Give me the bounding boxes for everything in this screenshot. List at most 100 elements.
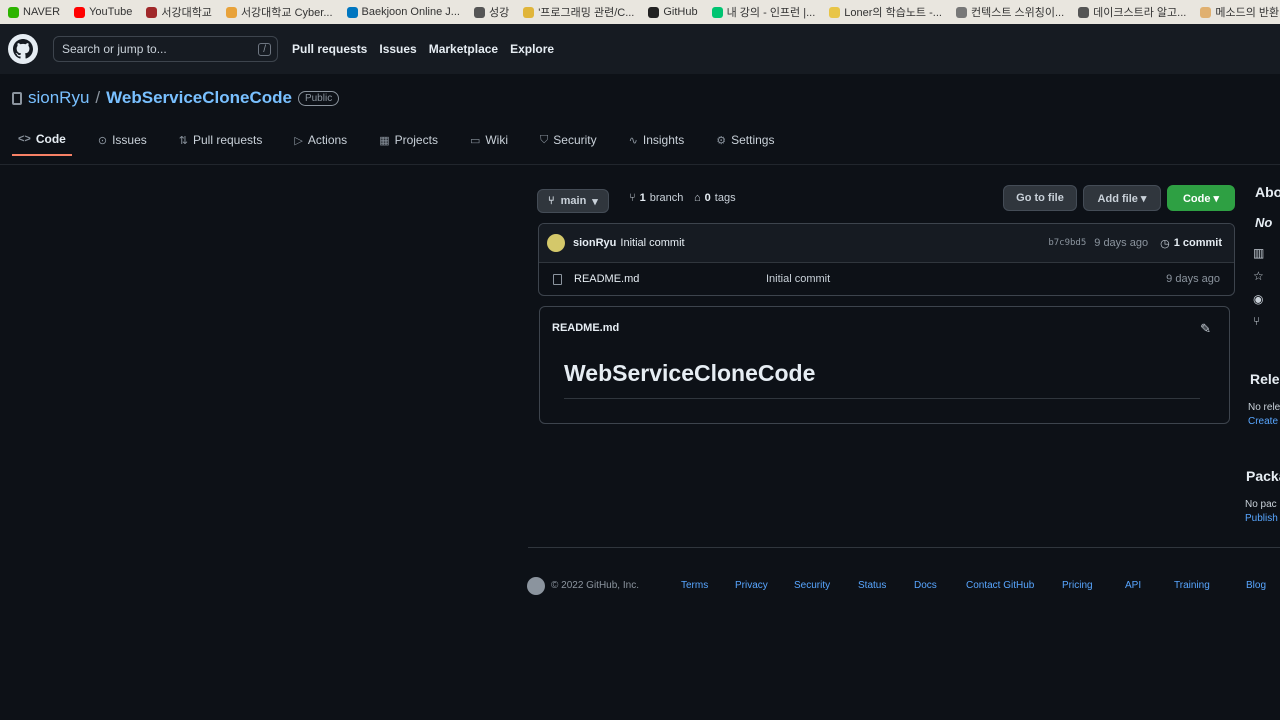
github-logo-icon[interactable] [8,34,38,64]
tags-link[interactable]: ⌂ 0 tags [694,192,736,204]
tab-actions[interactable]: ▷ Actions [288,128,353,156]
bookmark-label: 서강대학교 Cyber... [240,7,333,19]
bookmark-item[interactable]: Baekjoon Online J... [346,6,460,18]
bookmark-favicon-icon [1200,6,1212,18]
commit-sha[interactable]: b7c9bd5 [1048,238,1086,248]
branch-count-icon: ⑂ [629,192,636,204]
bookmark-item[interactable]: 컨텍스트 스위칭이... [955,4,1064,20]
tab-label: Security [553,133,597,147]
footer-link-pricing[interactable]: Pricing [1062,580,1093,591]
bookmark-label: 내 강의 - 인프런 |... [726,7,816,19]
bookmarks-bar: NAVER YouTube 서강대학교 서강대학교 Cyber... Baekjoon … [0,0,1280,24]
commit-message[interactable]: Initial commit [620,237,684,249]
tab-pull-requests[interactable]: ⇅ Pull requests [173,128,269,156]
tab-issues[interactable]: ⊙ Issues [92,128,153,156]
fork-icon[interactable]: ⑂ [1253,314,1260,328]
bookmark-item[interactable]: 서강대학교 [146,4,212,20]
avatar[interactable] [547,234,565,252]
branch-count-label: branch [649,192,684,204]
bookmark-item[interactable]: 데이크스트라 알고... [1078,4,1186,20]
tab-insights[interactable]: ∿ Insights [623,128,691,156]
bookmark-item[interactable]: Loner의 학습노트 -... [829,4,942,20]
footer-link-privacy[interactable]: Privacy [735,580,768,591]
branch-select-button[interactable]: ⑂ main ▾ [537,189,609,213]
packages-heading: Packa [1246,468,1280,484]
tab-icon: ⊙ [97,134,108,147]
eye-icon[interactable]: ◉ [1253,292,1263,306]
repo-owner-link[interactable]: sionRyu [28,88,89,108]
readme-book-icon[interactable]: ▥ [1253,246,1264,260]
nav-issues[interactable]: Issues [379,42,416,56]
tab-icon: ▦ [379,134,390,147]
releases-heading: Rele [1250,371,1280,387]
bookmark-item[interactable]: 성강 [473,4,509,20]
search-input[interactable]: Search or jump to... / [53,36,278,62]
bookmark-label: GitHub [663,6,698,18]
github-footer-logo-icon[interactable] [527,577,545,595]
bookmark-favicon-icon [648,6,660,18]
edit-pencil-icon[interactable]: ✎ [1200,321,1211,337]
tab-icon: ▭ [469,134,481,147]
bookmark-item[interactable]: 메소드의 반환 값에... [1200,4,1280,20]
footer-link-status[interactable]: Status [858,580,886,591]
bookmark-label: Loner의 학습노트 -... [844,7,942,19]
tab-icon: ⚙ [716,134,727,147]
visibility-badge: Public [297,90,340,106]
repo-tabs: <> Code ⊙ Issues ⇅ Pull requests ▷ Actions ▦ Proj… [12,128,780,156]
code-button[interactable]: Code ▾ [1167,185,1235,211]
bookmark-favicon-icon [1078,6,1090,18]
file-name-link[interactable]: README.md [574,273,766,285]
tag-count: 0 [704,192,711,204]
bookmark-favicon-icon [711,6,723,18]
tab-wiki[interactable]: ▭ Wiki [464,128,514,156]
footer-link-contact[interactable]: Contact GitHub [966,580,1034,591]
tag-icon: ⌂ [694,192,701,204]
bookmark-favicon-icon [146,6,158,18]
nav-marketplace[interactable]: Marketplace [429,42,498,56]
tab-settings[interactable]: ⚙ Settings [710,128,780,156]
bookmark-item[interactable]: '프로그래밍 관련/C... [523,4,634,20]
bookmark-item[interactable]: NAVER [8,6,60,18]
search-placeholder: Search or jump to... [62,42,167,56]
footer-link-terms[interactable]: Terms [681,580,708,591]
bookmark-label: NAVER [23,6,61,18]
commit-count-link[interactable]: 1 commit [1174,237,1222,249]
branch-name: main [560,195,587,207]
footer-link-docs[interactable]: Docs [914,580,937,591]
go-to-file-button[interactable]: Go to file [1003,185,1077,211]
footer-link-security[interactable]: Security [794,580,830,591]
about-heading: Abo [1255,184,1280,200]
tab-code[interactable]: <> Code [12,128,72,156]
nav-pull-requests[interactable]: Pull requests [292,42,367,56]
tag-count-label: tags [714,192,736,204]
commit-time: 9 days ago [1094,237,1149,249]
repo-title: sionRyu / WebServiceCloneCode Public [12,88,340,108]
commit-author[interactable]: sionRyu [573,237,616,249]
tab-security[interactable]: ⛉ Security [534,128,603,156]
add-file-button[interactable]: Add file ▾ [1083,185,1161,211]
repo-name-link[interactable]: WebServiceCloneCode [106,88,292,108]
branch-icon: ⑂ [548,195,555,207]
footer-link-api[interactable]: API [1125,580,1141,591]
bookmark-item[interactable]: GitHub [648,6,698,18]
tab-icon: ∿ [628,134,638,147]
tab-icon: <> [18,133,31,145]
bookmark-label: '프로그래밍 관련/C... [538,7,635,19]
bookmark-item[interactable]: YouTube [74,6,132,18]
publish-package-link[interactable]: Publish [1245,513,1278,524]
footer-link-training[interactable]: Training [1174,580,1210,591]
bookmark-label: 서강대학교 [161,7,212,19]
bookmark-item[interactable]: 내 강의 - 인프런 |... [711,4,816,20]
global-header: Search or jump to... / Pull requests Iss… [0,24,1280,74]
star-icon[interactable]: ☆ [1253,269,1264,283]
readme-filename: README.md [552,322,620,334]
bookmark-item[interactable]: 서강대학교 Cyber... [225,4,333,20]
readme-divider [564,398,1200,399]
footer: © 2022 GitHub, Inc. Terms Privacy Securi… [527,577,1280,601]
tab-projects[interactable]: ▦ Projects [373,128,444,156]
create-release-link[interactable]: Create [1248,416,1278,427]
file-commit-message[interactable]: Initial commit [766,273,830,285]
branches-link[interactable]: ⑂ 1 branch [629,192,683,204]
footer-link-blog[interactable]: Blog [1246,580,1266,591]
nav-explore[interactable]: Explore [510,42,554,56]
